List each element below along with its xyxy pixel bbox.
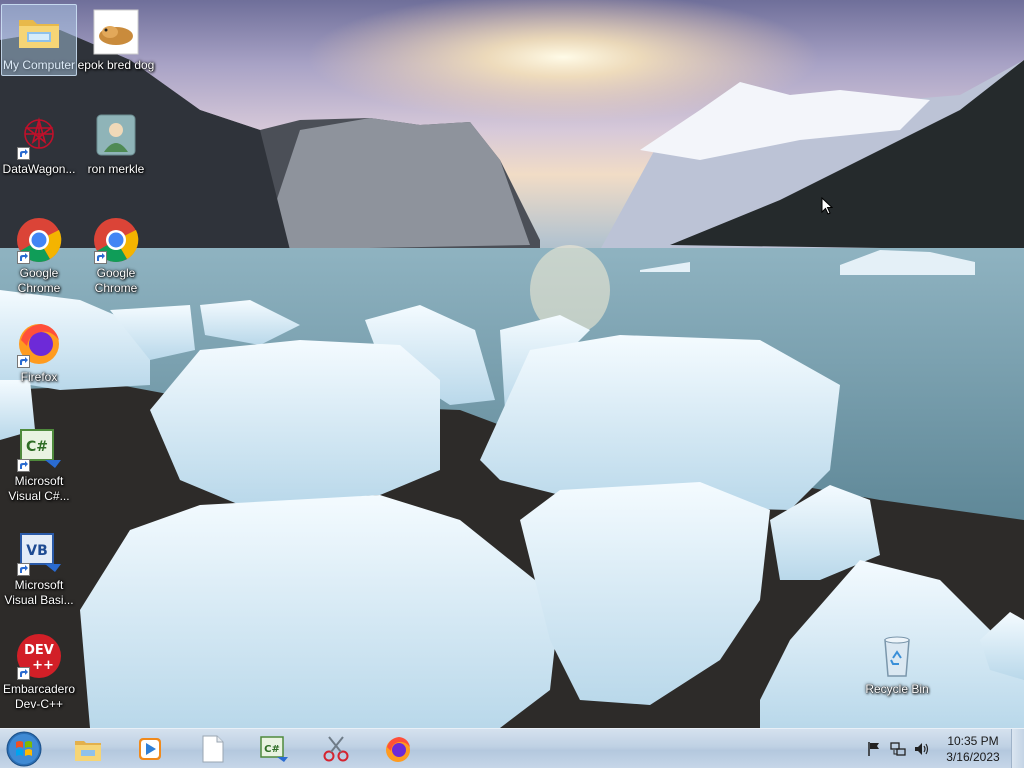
- mouse-cursor-icon: [821, 197, 833, 215]
- folder-icon: [15, 8, 63, 56]
- shortcut-arrow-icon: [94, 251, 107, 264]
- devcpp-icon: DEV ++: [15, 632, 63, 680]
- devcpp-badge-top: DEV: [24, 643, 54, 658]
- datawagon-icon: [15, 112, 63, 160]
- desktop-icon-google-chrome-2[interactable]: Google Chrome: [77, 216, 155, 296]
- desktop-icon-epok-bred-dog[interactable]: epok bred dog: [77, 8, 155, 73]
- taskbar: C# 10:35 PM 3/16/2023: [0, 728, 1024, 768]
- dog-image-icon: [92, 8, 140, 56]
- desktop-icon-label: epok bred dog: [77, 58, 155, 72]
- taskbar-document[interactable]: [183, 731, 239, 767]
- shortcut-arrow-icon: [17, 147, 30, 160]
- start-button[interactable]: [4, 730, 44, 768]
- csharp-badge-text: C#: [26, 439, 48, 455]
- chrome-icon: [15, 216, 63, 264]
- desktop-icon-label: Google Chrome: [17, 266, 61, 295]
- media-player-icon: [139, 738, 161, 760]
- desktop[interactable]: My Computer epok bred dog DataWagon... r…: [0, 0, 1024, 728]
- visual-csharp-icon: C#: [260, 736, 288, 762]
- wallpaper-glacier-lake: [0, 0, 1024, 728]
- taskbar-visual-csharp[interactable]: C#: [245, 731, 301, 767]
- shortcut-arrow-icon: [17, 355, 30, 368]
- visual-basic-icon: VB: [15, 528, 63, 576]
- shortcut-arrow-icon: [17, 459, 30, 472]
- chrome-icon: [92, 216, 140, 264]
- desktop-icon-label: Microsoft Visual C#...: [8, 474, 70, 503]
- taskbar-clock[interactable]: 10:35 PM 3/16/2023: [936, 733, 1010, 765]
- speaker-icon[interactable]: [914, 741, 930, 757]
- desktop-icon-firefox[interactable]: Firefox: [0, 320, 78, 385]
- clock-time: 10:35 PM: [947, 734, 999, 748]
- firefox-icon: [15, 320, 63, 368]
- desktop-icon-devcpp[interactable]: DEV ++ Embarcadero Dev-C++: [0, 632, 78, 712]
- desktop-icon-visual-basic[interactable]: VB Microsoft Visual Basi...: [0, 528, 78, 608]
- recycle-bin-icon: [873, 632, 921, 680]
- taskbar-firefox[interactable]: [369, 731, 425, 767]
- desktop-icon-label: Google Chrome: [94, 266, 138, 295]
- desktop-icon-datawagon[interactable]: DataWagon...: [0, 112, 78, 177]
- desktop-icon-label: DataWagon...: [2, 162, 76, 176]
- visual-csharp-icon: C#: [15, 424, 63, 472]
- desktop-icon-label: Firefox: [20, 370, 58, 384]
- taskbar-media-player[interactable]: [121, 731, 177, 767]
- shortcut-arrow-icon: [17, 563, 30, 576]
- desktop-icon-label: Recycle Bin: [865, 682, 929, 696]
- system-tray: [862, 729, 936, 769]
- csharp-badge-text: C#: [264, 744, 280, 755]
- desktop-icon-label: Embarcadero Dev-C++: [2, 682, 76, 711]
- vb-badge-text: VB: [26, 543, 48, 559]
- scissors-icon: [323, 736, 349, 762]
- show-desktop-button[interactable]: [1011, 729, 1024, 768]
- desktop-icon-visual-csharp[interactable]: C# Microsoft Visual C#...: [0, 424, 78, 504]
- windows-logo-icon: [6, 731, 42, 767]
- shortcut-arrow-icon: [17, 251, 30, 264]
- taskbar-file-explorer[interactable]: [59, 731, 115, 767]
- desktop-icon-google-chrome[interactable]: Google Chrome: [0, 216, 78, 296]
- flag-icon[interactable]: [867, 741, 881, 757]
- clock-date: 3/16/2023: [946, 750, 1000, 764]
- desktop-icon-label: Microsoft Visual Basi...: [4, 578, 74, 607]
- folder-icon: [75, 741, 101, 761]
- taskbar-snipping-tool[interactable]: [307, 731, 363, 767]
- desktop-icon-label: ron merkle: [87, 162, 145, 176]
- devcpp-badge-bottom: ++: [32, 658, 54, 673]
- document-icon: [202, 735, 224, 763]
- desktop-icon-recycle-bin[interactable]: Recycle Bin: [858, 632, 936, 697]
- desktop-icon-ron-merkle[interactable]: ron merkle: [77, 112, 155, 177]
- network-icon[interactable]: [890, 741, 906, 757]
- desktop-icon-my-computer[interactable]: My Computer: [0, 4, 78, 76]
- firefox-icon: [386, 737, 410, 762]
- user-icon: [92, 112, 140, 160]
- shortcut-arrow-icon: [17, 667, 30, 680]
